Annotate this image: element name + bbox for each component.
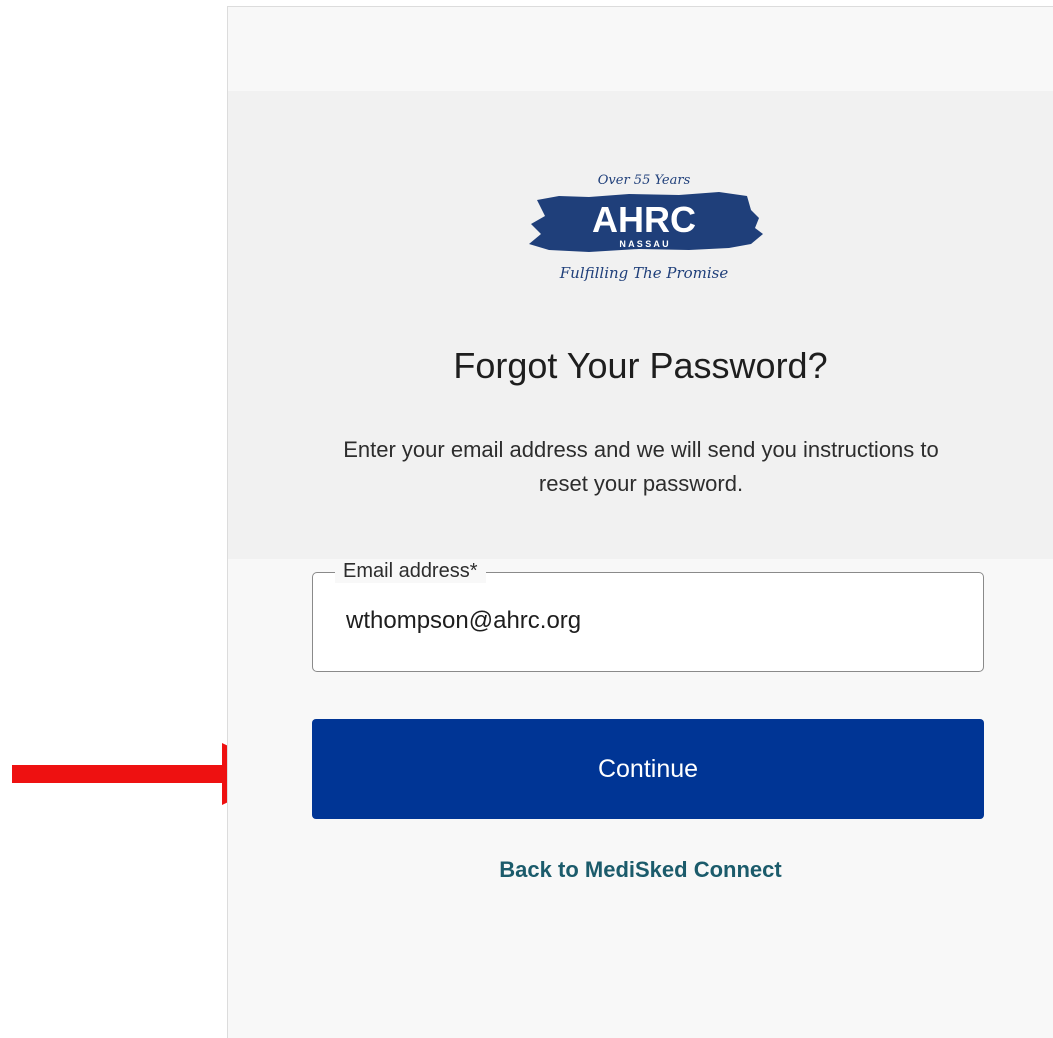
logo-brand: AHRC (592, 199, 696, 240)
email-input[interactable] (346, 601, 946, 641)
instructions-text: Enter your email address and we will sen… (343, 437, 939, 496)
logo-tagline-top: Over 55 Years (598, 173, 691, 188)
logo-region: N A S S A U (619, 239, 668, 249)
page-title: Forgot Your Password? (453, 345, 828, 386)
back-to-medisked-link[interactable]: Back to MediSked Connect (228, 857, 1053, 883)
ahrc-nassau-logo: Over 55 Years AHRC N A S S A U Fulfillin… (529, 173, 763, 282)
continue-button[interactable]: Continue (312, 719, 984, 819)
card-top-band (228, 7, 1053, 91)
email-field-label: Email address* (335, 559, 486, 583)
page: Over 55 Years AHRC N A S S A U Fulfillin… (0, 0, 1053, 1038)
logo-tagline-bottom: Fulfilling The Promise (559, 264, 729, 282)
email-field[interactable]: Email address* (312, 559, 984, 672)
forgot-password-card: Over 55 Years AHRC N A S S A U Fulfillin… (227, 6, 1053, 1038)
